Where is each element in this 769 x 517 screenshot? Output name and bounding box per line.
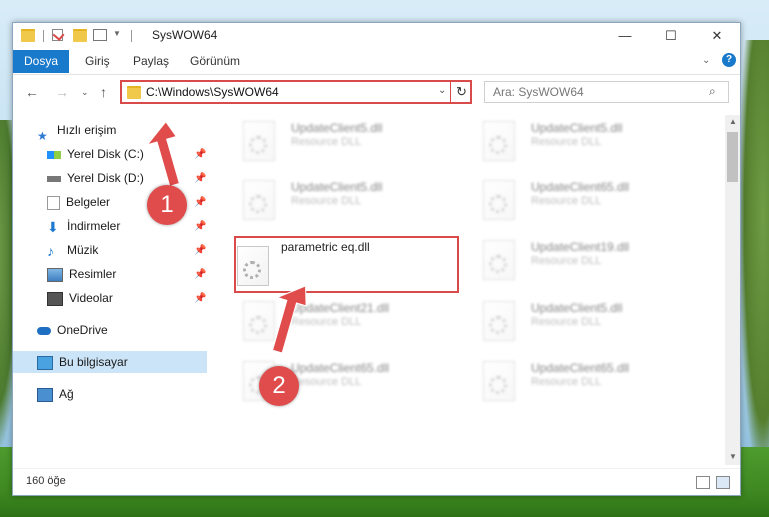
step-badge-1: 1 [147, 185, 187, 225]
annotation-arrows [146, 120, 307, 354]
arrow-up-icon [271, 285, 307, 354]
step-badge-2: 2 [259, 366, 299, 406]
arrow-up-icon [146, 120, 180, 187]
